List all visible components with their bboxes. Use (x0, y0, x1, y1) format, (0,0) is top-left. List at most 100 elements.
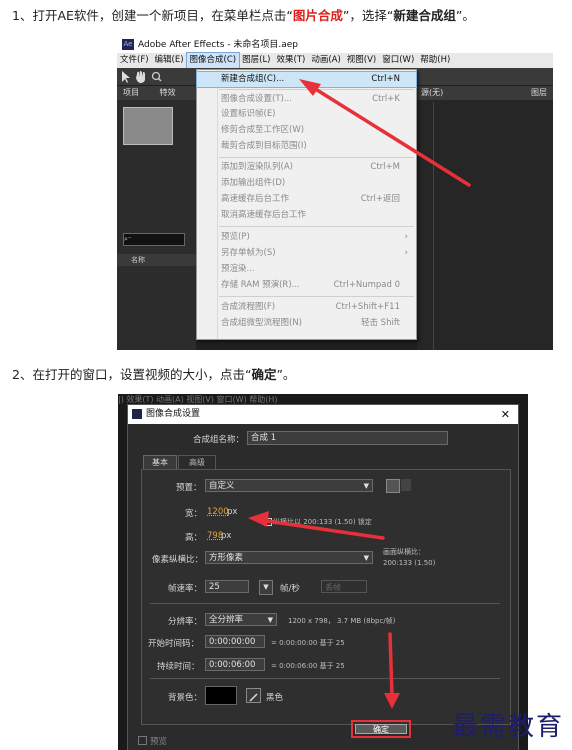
menu-item-add-render-queue[interactable]: 添加到渲染队列(A) Ctrl+M (197, 160, 416, 175)
close-icon[interactable]: ✕ (501, 405, 510, 424)
name-column-header[interactable]: 名称 (117, 254, 196, 266)
menu-item-flowchart[interactable]: 合成流程图(F) Ctrl+Shift+F11 (197, 300, 416, 315)
selection-tool-icon (122, 71, 130, 83)
frame-aspect-value: 200:133 (1.50) (383, 559, 436, 567)
menu-item-trim-comp[interactable]: 修剪合成至工作区(W) (197, 123, 416, 138)
project-search-input[interactable]: ⌕⁻ (123, 233, 185, 246)
thumbnail-preview (123, 107, 173, 145)
step-1-instruction: 1、打开AE软件，创建一个新项目，在菜单栏点击“图片合成”，选择“新建合成组”。 (12, 8, 475, 23)
lock-aspect-label: 纵横比以 200:133 (1.50) 锁定 (273, 518, 372, 526)
duration-info: = 0:00:06:00 基于 25 (271, 662, 345, 670)
menu-file[interactable]: 文件(F) (117, 53, 152, 68)
comp-name-label: 合成组名称： (193, 435, 245, 445)
drop-frame-dropdown[interactable]: 丢帧 (321, 580, 367, 593)
source-value[interactable]: 源(无) (421, 88, 443, 97)
chevron-down-icon: ▼ (267, 616, 273, 624)
resolution-dropdown[interactable]: 全分辨率 ▼ (205, 613, 277, 626)
window-titlebar: Ae Adobe After Effects - 未命名项目.aep (117, 37, 553, 53)
start-timecode-info: = 0:00:00:00 基于 25 (271, 639, 345, 647)
ok-button[interactable]: 确定 (355, 724, 407, 734)
ae-app-icon (132, 408, 142, 419)
menu-item-mini-flowchart[interactable]: 合成组微型流程图(N) 轻击 Shift (197, 316, 416, 331)
window-title: Adobe After Effects - 未命名项目.aep (138, 40, 298, 50)
menu-item-save-frame[interactable]: 另存单帧为(S) › (197, 246, 416, 261)
menu-item-save-ram-preview[interactable]: 存储 RAM 预演(R)... Ctrl+Numpad 0 (197, 278, 416, 293)
height-label: 高： (185, 533, 203, 543)
width-label: 宽： (185, 509, 203, 519)
chevron-down-icon: ▼ (363, 554, 369, 562)
tab-layer[interactable]: 图层 (531, 86, 547, 100)
tab-effects[interactable]: 特效 (160, 88, 176, 97)
tab-project[interactable]: 项目 (123, 88, 139, 97)
menu-item-preview[interactable]: 预览(P) › (197, 230, 416, 245)
menu-item-set-poster-frame[interactable]: 设置标识帧(E) (197, 107, 416, 122)
ok-button-highlight: 确定 (351, 720, 411, 738)
menu-item-cache-background[interactable]: 高速缓存后台工作 Ctrl+返回 (197, 192, 416, 207)
watermark-logo: 最需教育 (452, 712, 565, 742)
menu-item-composition-settings[interactable]: 图像合成设置(T)... Ctrl+K (197, 92, 416, 107)
menu-item-pre-render[interactable]: 预渲染... (197, 262, 416, 277)
chevron-right-icon: › (404, 248, 408, 258)
background-color-name: 黑色 (266, 693, 284, 703)
zoom-tool-icon (151, 71, 161, 81)
duration-input[interactable]: 0:00:06:00 (205, 658, 265, 671)
resolution-info: 1200 x 798， 3.7 MB (8bpc/帧) (288, 617, 396, 625)
start-timecode-input[interactable]: 0:00:00:00 (205, 635, 265, 648)
width-unit: px (227, 507, 238, 517)
layer-panel: 源(无) 图层 (417, 86, 553, 350)
composition-settings-dialog: 图像合成设置 ✕ 合成组名称： 合成 1 基本 高级 预置： 自定义 ▼ 宽： 1… (127, 404, 519, 750)
duration-label: 持续时间： (157, 662, 200, 672)
start-timecode-label: 开始时间码： (148, 639, 200, 649)
delete-preset-icon[interactable] (401, 479, 411, 491)
frame-rate-input[interactable]: 25 (205, 580, 249, 593)
ae-app-icon: Ae (122, 39, 134, 50)
frame-aspect-label: 画面纵横比： (383, 548, 425, 556)
width-value[interactable]: 1200 (207, 507, 229, 517)
comp-name-input[interactable]: 合成 1 (247, 431, 448, 445)
menu-item-add-output-module[interactable]: 添加输出组件(D) (197, 176, 416, 191)
step-2-instruction: 2、在打开的窗口，设置视频的大小，点击“确定”。 (12, 367, 296, 382)
background-color-swatch[interactable] (205, 686, 237, 705)
tab-basic[interactable]: 基本 (143, 455, 177, 469)
pixel-aspect-dropdown[interactable]: 方形像素 ▼ (205, 551, 373, 564)
height-unit: px (221, 531, 232, 541)
save-preset-icon[interactable] (386, 479, 400, 493)
menu-item-cancel-cache[interactable]: 取消高速缓存后台工作 (197, 208, 416, 223)
search-icon: ⌕⁻ (124, 235, 132, 243)
menu-window[interactable]: 窗口(W) (379, 53, 417, 68)
tool-icons (122, 71, 162, 83)
frame-rate-label: 帧速率： (168, 584, 203, 594)
menu-help[interactable]: 帮助(H) (417, 53, 453, 68)
dialog-title: 图像合成设置 (146, 409, 201, 419)
highlight-text: 图片合成 (292, 8, 343, 23)
pixel-aspect-label: 像素纵横比： (152, 555, 204, 565)
eyedropper-icon[interactable] (246, 688, 261, 703)
dialog-titlebar: 图像合成设置 ✕ (128, 405, 518, 424)
preset-dropdown[interactable]: 自定义 ▼ (205, 479, 373, 492)
chevron-down-icon[interactable]: ▼ (259, 580, 273, 595)
preview-label: 预览 (150, 737, 168, 747)
menu-layer[interactable]: 图层(L) (239, 53, 273, 68)
tab-advanced[interactable]: 高级 (178, 455, 216, 469)
resolution-label: 分辨率： (168, 617, 203, 627)
menu-edit[interactable]: 编辑(E) (152, 53, 187, 68)
lock-checkbox[interactable] (264, 518, 272, 526)
preview-checkbox[interactable] (138, 736, 147, 745)
composition-dropdown-menu: 新建合成组(C)... Ctrl+N 图像合成设置(T)... Ctrl+K 设置标… (196, 69, 417, 340)
ae-window-screenshot: Ae Adobe After Effects - 未命名项目.aep 文件(F) 编… (117, 37, 553, 350)
menu-item-crop-comp[interactable]: 裁剪合成到目标范围(I) (197, 139, 416, 154)
menu-effect[interactable]: 效果(T) (274, 53, 309, 68)
background-color-label: 背景色： (168, 693, 203, 703)
frame-rate-unit: 帧/秒 (280, 584, 300, 594)
menu-composition[interactable]: 图像合成(C) (185, 52, 241, 69)
project-panel: 项目 特效 ⌕⁻ 名称 (117, 86, 196, 350)
menu-bar: 文件(F) 编辑(E) 图像合成(C) 图层(L) 效果(T) 动画(A) 视图(V) 窗口(… (117, 52, 553, 69)
preset-label: 预置： (176, 483, 202, 493)
hand-tool-icon (136, 71, 145, 83)
menu-view[interactable]: 视图(V) (344, 53, 379, 68)
composition-settings-screenshot: |) 效果(T) 动画(A) 视图(V) 窗口(W) 帮助(H) 图像合成设置 … (118, 394, 528, 750)
menu-item-new-composition[interactable]: 新建合成组(C)... Ctrl+N (196, 71, 417, 88)
menu-animation[interactable]: 动画(A) (308, 53, 343, 68)
chevron-right-icon: › (404, 232, 408, 242)
chevron-down-icon: ▼ (363, 482, 369, 490)
